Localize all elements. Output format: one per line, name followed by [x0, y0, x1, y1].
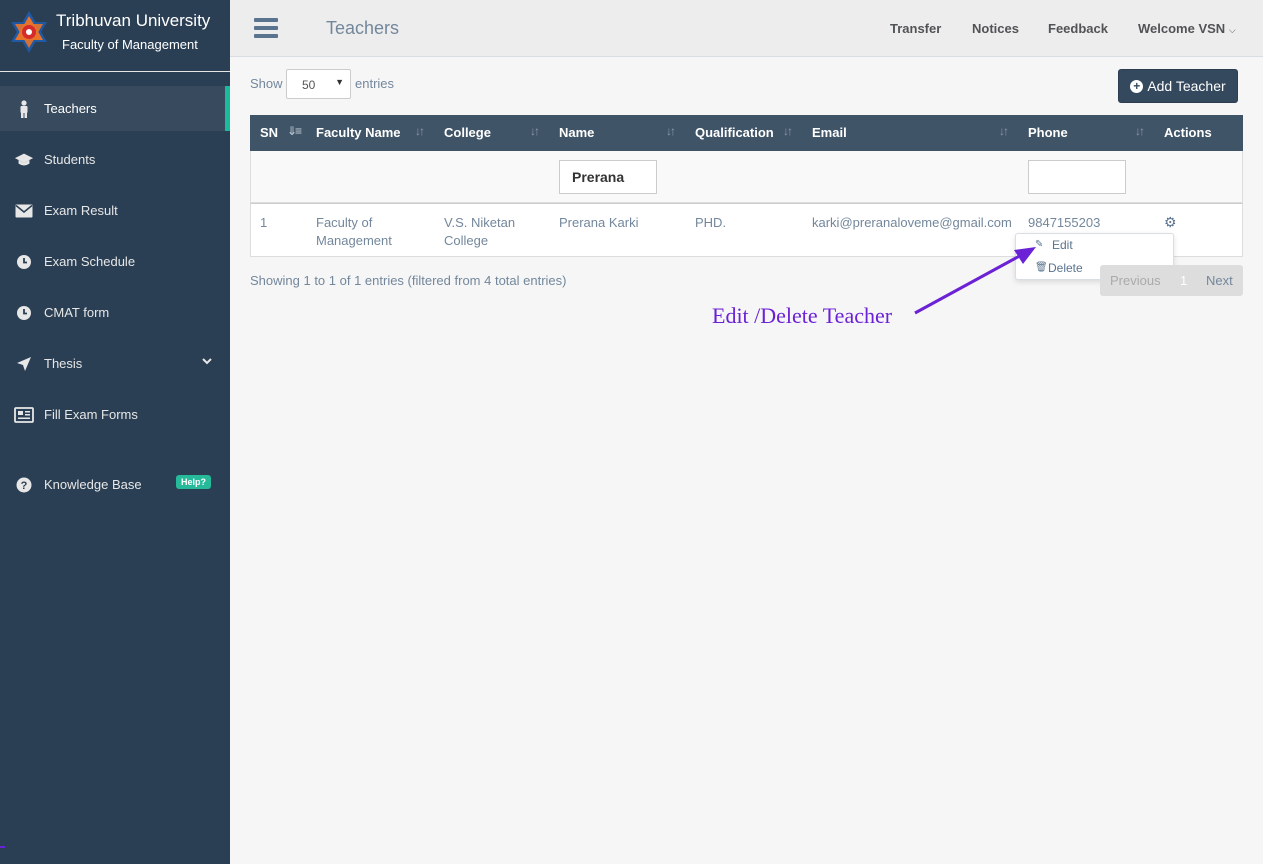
edit-menu-item[interactable]: ✎ Edit — [1035, 238, 1073, 252]
sidebar-item-exam-schedule[interactable]: Exam Schedule — [0, 239, 230, 284]
brand-title: Tribhuvan University — [56, 11, 211, 30]
previous-button[interactable]: Previous — [1110, 273, 1161, 288]
sidebar-item-cmat-form[interactable]: CMAT form — [0, 290, 230, 335]
sidebar-item-label: Students — [44, 152, 96, 167]
sidebar-item-label: Fill Exam Forms — [44, 407, 138, 422]
cell-qualification: PHD. — [695, 215, 727, 230]
newspaper-icon — [14, 405, 34, 425]
sidebar-item-label: Thesis — [44, 356, 83, 371]
cell-faculty: Faculty of Management — [316, 215, 392, 248]
sidebar-item-label: Teachers — [44, 101, 97, 116]
svg-text:?: ? — [21, 480, 28, 492]
phone-filter-input[interactable] — [1028, 160, 1126, 194]
delete-menu-item[interactable]: 🗑 Delete — [1035, 261, 1083, 275]
help-badge[interactable]: Help? — [176, 475, 212, 489]
brand-subtitle: Faculty of Management — [62, 37, 198, 52]
delete-label: Delete — [1048, 261, 1083, 275]
sidebar-item-students[interactable]: Students — [0, 137, 230, 182]
clock-icon — [14, 252, 34, 272]
chevron-down-icon: ⌵ — [1228, 25, 1236, 35]
page-1-button[interactable]: 1 — [1180, 273, 1187, 288]
sidebar: Tribhuvan University Faculty of Manageme… — [0, 0, 230, 864]
sort-icon[interactable]: ↓↑ — [1135, 124, 1145, 138]
sort-icon[interactable]: ↓↑ — [415, 124, 425, 138]
header-faculty-name[interactable]: Faculty Name — [316, 125, 401, 140]
table-info: Showing 1 to 1 of 1 entries (filtered fr… — [250, 273, 567, 288]
edit-label: Edit — [1052, 238, 1073, 252]
sidebar-item-teachers[interactable]: Teachers — [0, 86, 230, 131]
user-menu[interactable]: Welcome VSN ⌵ — [1138, 21, 1236, 36]
sort-icon[interactable]: ↓↑ — [666, 124, 676, 138]
welcome-text: Welcome VSN — [1138, 21, 1226, 36]
sort-icon[interactable]: ↓↑ — [999, 124, 1009, 138]
sort-icon[interactable]: ↓↑ — [783, 124, 793, 138]
next-button[interactable]: Next — [1206, 273, 1233, 288]
header-actions: Actions — [1164, 125, 1212, 140]
sidebar-item-label: Exam Schedule — [44, 254, 136, 269]
nav-notices[interactable]: Notices — [972, 21, 1019, 36]
sidebar-item-label: Knowledge Base — [44, 477, 142, 492]
sort-icon[interactable]: ↓↑ — [530, 124, 540, 138]
top-navbar: Teachers Transfer Notices Feedback Welco… — [230, 0, 1263, 57]
sidebar-item-exam-result[interactable]: Exam Result — [0, 188, 230, 233]
header-sn[interactable]: SN — [260, 125, 278, 140]
filter-row: Prerana — [250, 151, 1243, 203]
page-title: Teachers — [326, 18, 400, 38]
add-teacher-label: Add Teacher — [1147, 78, 1226, 94]
graduation-cap-icon — [14, 150, 34, 170]
entries-label: entries — [355, 76, 395, 91]
edit-icon: ✎ — [1035, 239, 1044, 250]
menu-toggle-icon[interactable] — [254, 18, 278, 38]
show-label: Show — [250, 76, 283, 91]
page-length-select[interactable]: 50 ▼ — [286, 69, 351, 99]
cell-phone: 9847155203 — [1028, 215, 1101, 230]
pagination: Previous 1 Next — [1100, 265, 1243, 296]
header-college[interactable]: College — [444, 125, 491, 140]
sidebar-item-thesis[interactable]: Thesis — [0, 341, 230, 386]
cell-sn: 1 — [260, 215, 268, 230]
clock-icon — [14, 303, 34, 323]
plus-circle-icon: + — [1130, 79, 1144, 93]
page-length-value: 50 — [302, 78, 316, 92]
sidebar-menu: Teachers Students Exam Result Exam Sched… — [0, 86, 230, 443]
trash-icon: 🗑 — [1035, 262, 1048, 273]
nav-feedback[interactable]: Feedback — [1048, 21, 1108, 36]
select-arrow-icon: ▼ — [335, 77, 344, 87]
name-filter-input[interactable]: Prerana — [559, 160, 657, 194]
header-email[interactable]: Email — [812, 125, 847, 140]
header-phone[interactable]: Phone — [1028, 125, 1068, 140]
paper-plane-icon — [14, 354, 34, 374]
header-qualification[interactable]: Qualification — [695, 125, 774, 140]
sidebar-item-label: Exam Result — [44, 203, 118, 218]
university-logo-icon — [11, 11, 47, 53]
annotation-text: Edit /Delete Teacher — [712, 303, 893, 328]
header-name[interactable]: Name — [559, 125, 594, 140]
sidebar-item-fill-exam-forms[interactable]: Fill Exam Forms — [0, 392, 230, 437]
gear-icon[interactable]: ⚙ — [1164, 214, 1177, 231]
nav-transfer[interactable]: Transfer — [890, 21, 941, 36]
envelope-icon — [14, 201, 34, 221]
question-circle-icon: ? — [14, 475, 34, 495]
cell-name: Prerana Karki — [559, 215, 639, 230]
sort-icon[interactable]: ⇓≡ — [287, 124, 302, 138]
table-header: SN ⇓≡ Faculty Name ↓↑ College ↓↑ Name ↓↑… — [250, 115, 1243, 151]
brand[interactable]: Tribhuvan University Faculty of Manageme… — [0, 0, 230, 72]
sidebar-item-label: CMAT form — [44, 305, 110, 320]
add-teacher-button[interactable]: + Add Teacher — [1118, 69, 1238, 103]
person-icon — [14, 99, 34, 119]
annotation-mark — [0, 846, 5, 848]
cell-college: V.S. Niketan College — [444, 215, 516, 248]
chevron-down-icon — [202, 354, 212, 368]
cell-email: karki@preranaloveme@gmail.com — [812, 215, 1012, 230]
